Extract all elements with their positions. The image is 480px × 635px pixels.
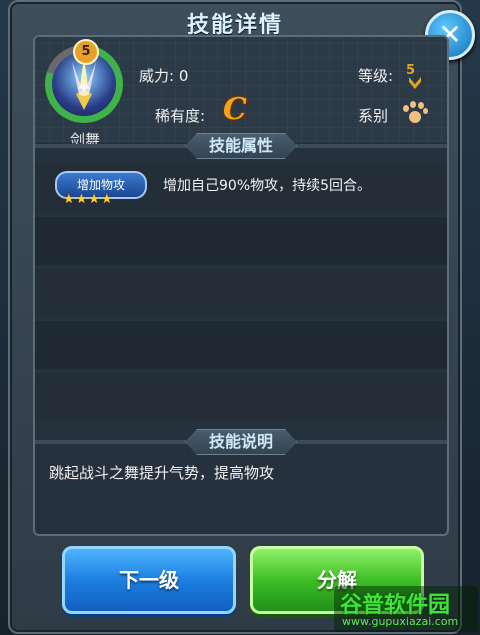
attributes-banner: 技能属性: [35, 133, 447, 159]
skill-level-badge: 5: [73, 39, 99, 65]
empty-row: [35, 269, 447, 317]
empty-row: [35, 321, 447, 369]
paw-icon: [401, 101, 428, 125]
skill-panel: 5 剑舞 威力: 0 等级: 5 稀有度: C 系别 技能属性 增加物攻 ★★★…: [33, 35, 449, 536]
effect-description: 增加自己90%物攻，持续5回合。: [163, 178, 372, 194]
attributes-title: 技能属性: [185, 133, 297, 159]
skill-icon-frame: 5: [45, 39, 123, 123]
description-banner: 技能说明: [35, 429, 447, 455]
watermark-url: www.gupuxiazai.com: [342, 615, 459, 628]
star-rating: ★★★★: [63, 192, 114, 207]
empty-row: [35, 373, 447, 421]
effect-row: 增加物攻 ★★★★ 增加自己90%物攻，持续5回合。: [35, 164, 447, 212]
empty-row: [35, 217, 447, 265]
skill-header: 5 剑舞 威力: 0 等级: 5 稀有度: C 系别: [35, 37, 447, 149]
power-stat: 威力: 0: [139, 67, 189, 85]
rarity-value: C: [223, 92, 247, 127]
next-level-button[interactable]: 下一级: [62, 546, 236, 614]
chevron-grade-icon: [409, 77, 421, 89]
grade-label: 等级:: [358, 67, 394, 85]
type-label: 系别: [358, 107, 389, 125]
skill-description: 跳起战斗之舞提升气势，提高物攻: [49, 464, 275, 482]
description-title: 技能说明: [185, 429, 297, 455]
grade-value: 5: [406, 63, 416, 78]
rarity-label: 稀有度:: [155, 107, 206, 125]
watermark: 谷普软件园 www.gupuxiazai.com: [334, 586, 478, 632]
